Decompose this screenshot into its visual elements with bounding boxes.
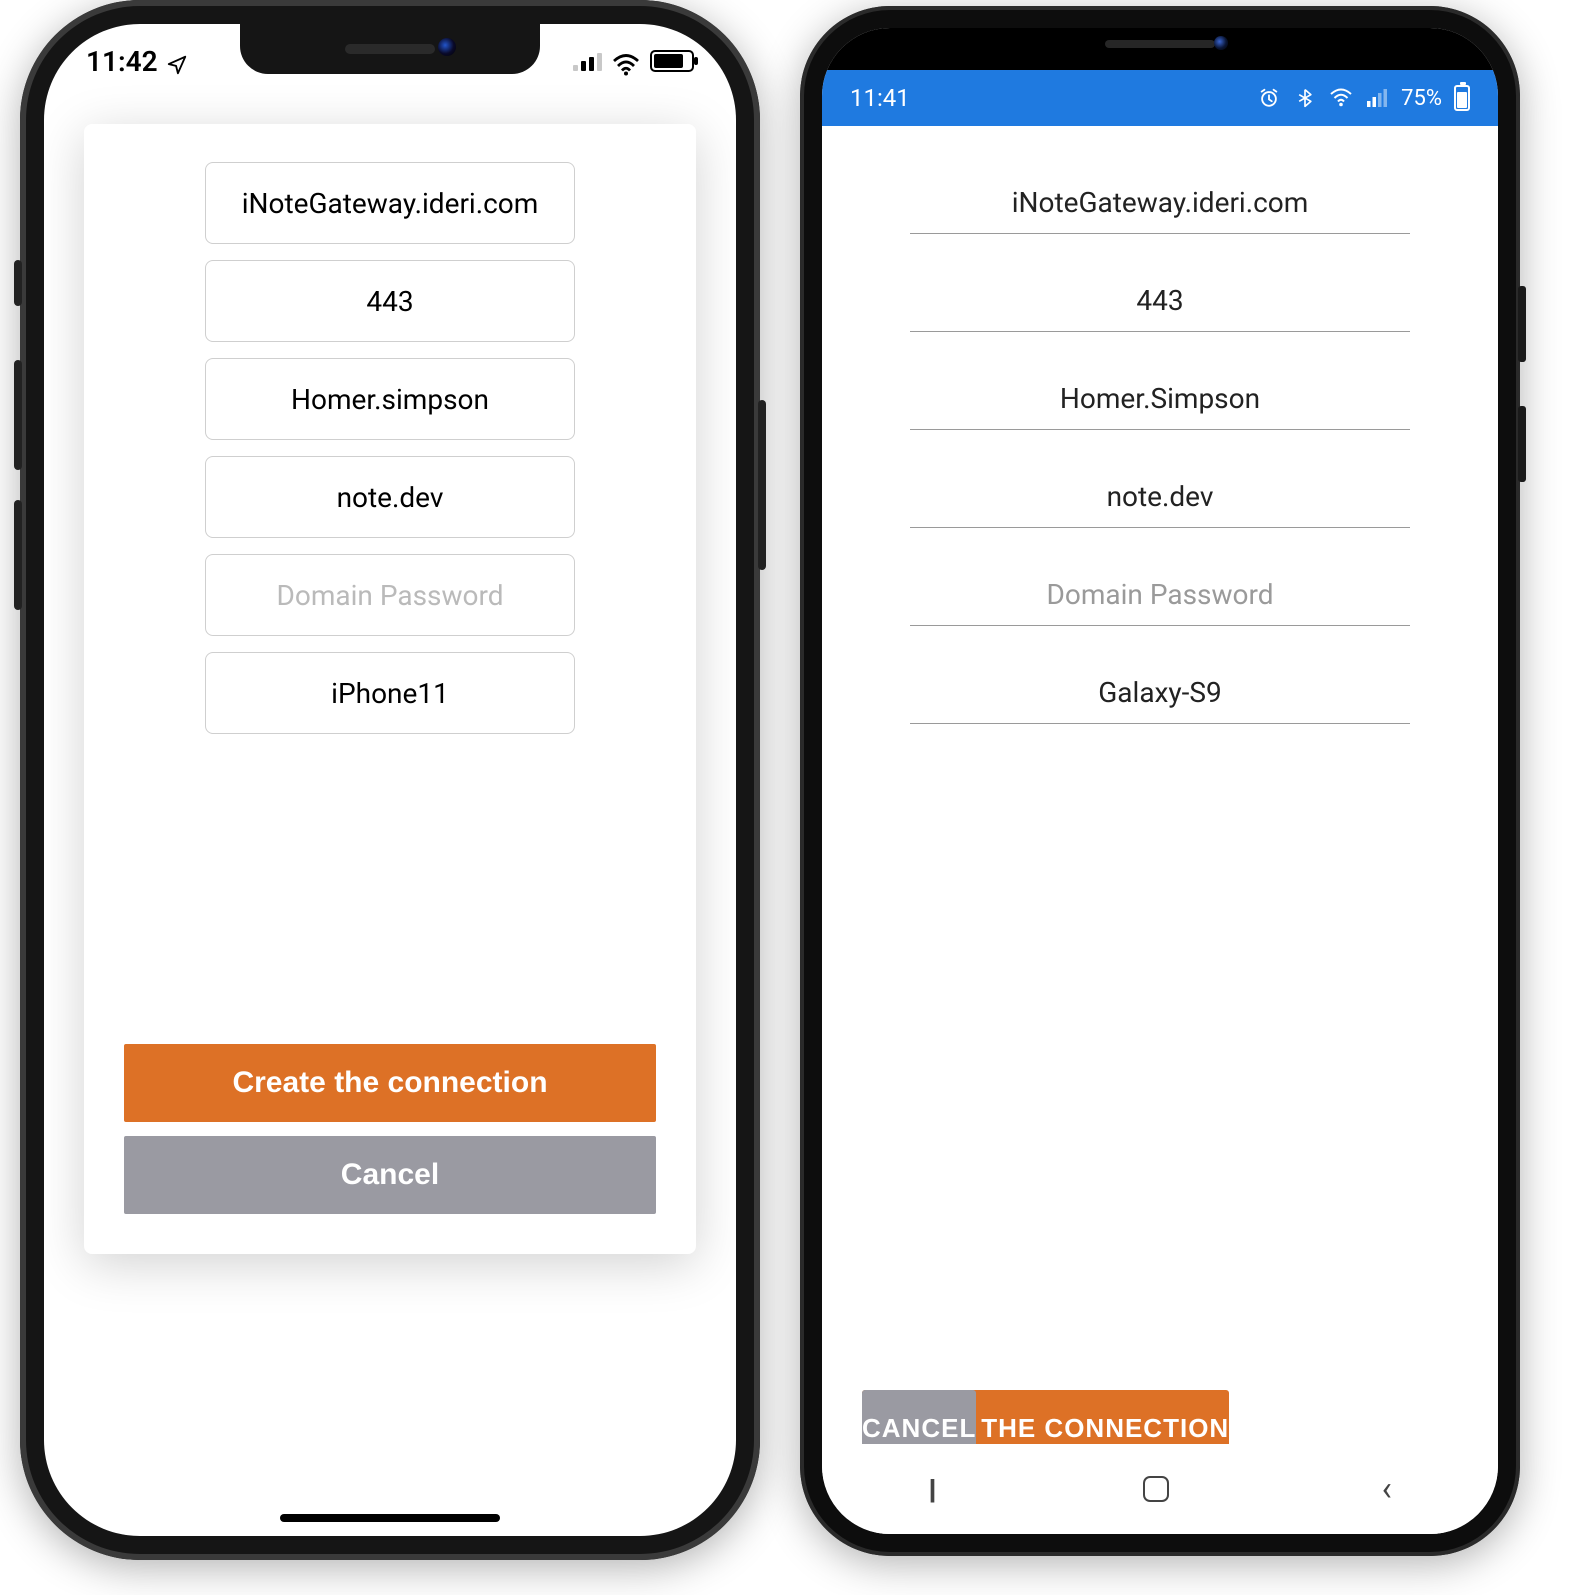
iphone-notch [240,24,540,74]
port-field[interactable]: 443 [205,260,575,342]
location-icon [166,50,188,72]
wifi-icon [612,50,640,72]
nav-recents-button[interactable]: ||| [928,1473,931,1506]
username-field[interactable]: Homer.Simpson [910,366,1410,430]
iphone-screen: 11:42 iNoteGateway.ideri.com 443 Homer.s… [44,24,736,1536]
iphone-device-frame: 11:42 iNoteGateway.ideri.com 443 Homer.s… [20,0,760,1560]
battery-icon [650,50,694,72]
android-nav-bar: ||| ‹ [822,1444,1498,1534]
nav-home-button[interactable] [1143,1476,1169,1502]
password-field[interactable]: Domain Password [910,562,1410,626]
android-power-button [1518,286,1526,362]
wifi-icon [1329,86,1353,110]
battery-icon [1454,85,1470,111]
gateway-field[interactable]: iNoteGateway.ideri.com [910,170,1410,234]
cancel-button[interactable]: Cancel [124,1136,656,1214]
ios-status-time: 11:42 [86,45,158,78]
iphone-side-button [758,400,766,570]
iphone-mute-switch [14,260,22,306]
gateway-field[interactable]: iNoteGateway.ideri.com [205,162,575,244]
username-field[interactable]: Homer.simpson [205,358,575,440]
domain-field[interactable]: note.dev [910,464,1410,528]
android-status-time: 11:41 [850,84,910,112]
android-device-frame: 11:41 75% iNoteGateway.ider [800,6,1520,1556]
android-screen: 11:41 75% iNoteGateway.ider [822,28,1498,1534]
alarm-icon [1257,86,1281,110]
iphone-volume-down [14,500,22,610]
iphone-volume-up [14,360,22,470]
device-name-field[interactable]: iPhone11 [205,652,575,734]
android-top-bezel [822,28,1498,70]
device-name-field[interactable]: Galaxy-S9 [910,660,1410,724]
ios-home-indicator[interactable] [280,1514,500,1522]
android-volume-rocker [1518,406,1526,482]
password-field[interactable]: Domain Password [205,554,575,636]
cellular-signal-icon [573,51,602,71]
android-status-bar: 11:41 75% [822,70,1498,126]
connection-form-card: iNoteGateway.ideri.com 443 Homer.Simpson… [822,126,1498,1444]
nav-back-button[interactable]: ‹ [1382,1469,1392,1509]
battery-label: 75% [1401,86,1442,111]
create-connection-button[interactable]: Create the connection [124,1044,656,1122]
cellular-signal-icon [1365,86,1389,110]
bluetooth-icon [1293,86,1317,110]
domain-field[interactable]: note.dev [205,456,575,538]
connection-form-card: iNoteGateway.ideri.com 443 Homer.simpson… [84,124,696,1254]
port-field[interactable]: 443 [910,268,1410,332]
